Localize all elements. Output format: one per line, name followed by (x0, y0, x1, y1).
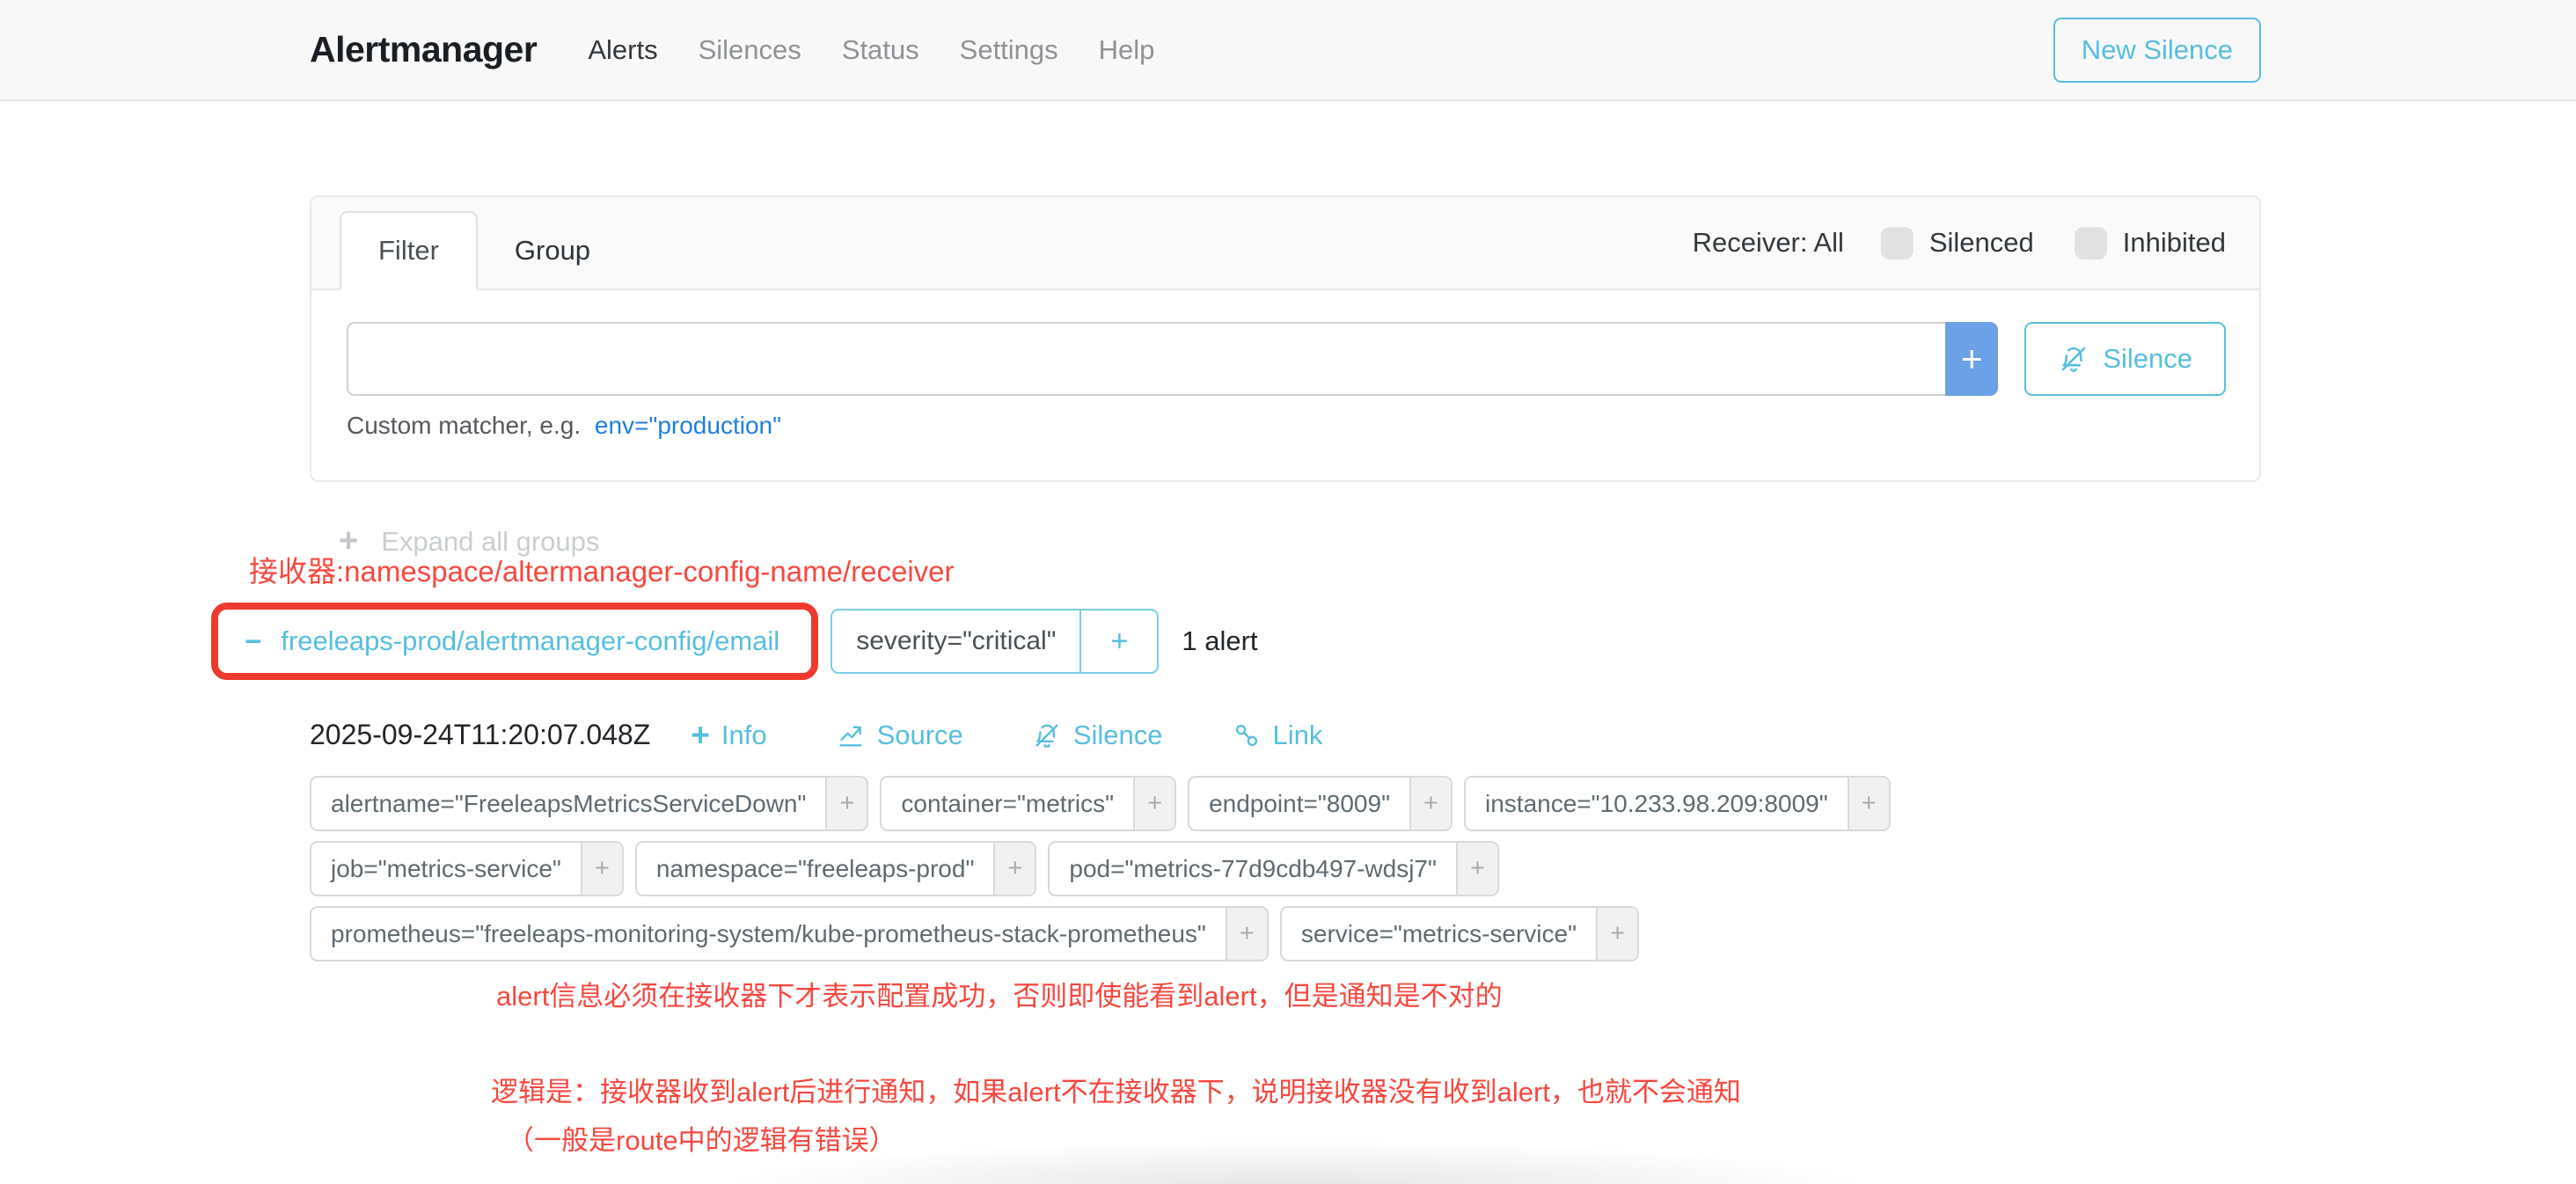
silence-from-filter-button[interactable]: Silence (2024, 322, 2226, 396)
alert-group-row: − freeleaps-prod/alertmanager-config/ema… (211, 603, 2261, 680)
helper-example-link[interactable]: env="production" (595, 412, 781, 439)
group-matcher-label: severity="critical" (832, 610, 1079, 672)
add-label-filter-button[interactable]: + (581, 843, 622, 895)
silenced-checkbox-label[interactable]: Silenced (1929, 227, 2034, 259)
annotation-line-3: （一般是route中的逻辑有错误） (507, 1118, 2261, 1158)
label-tag-text[interactable]: container="metrics" (882, 778, 1133, 830)
label-tag-service: service="metrics-service" + (1280, 906, 1639, 961)
label-tag-instance: instance="10.233.98.209:8009" + (1464, 776, 1891, 831)
filter-card: Filter Group Receiver: All Silenced Inhi… (310, 195, 2261, 482)
link-action[interactable]: Link (1232, 720, 1323, 751)
alert-header: 2025-09-24T11:20:07.048Z + Info Source (310, 719, 2261, 751)
helper-text: Custom matcher, e.g. (347, 412, 581, 439)
inhibited-checkbox[interactable] (2075, 227, 2107, 259)
label-row: job="metrics-service" + namespace="freel… (310, 841, 2261, 896)
receiver-group-name: freeleaps-prod/alertmanager-config/email (281, 625, 779, 657)
annotation-box: − freeleaps-prod/alertmanager-config/ema… (211, 603, 818, 680)
label-tag-namespace: namespace="freeleaps-prod" + (635, 841, 1037, 896)
silence-action-label: Silence (1073, 720, 1163, 751)
matcher-input-row: + Silence (347, 322, 2226, 396)
annotation-line-2: 逻辑是：接收器收到alert后进行通知，如果alert不在接收器下，说明接收器没… (491, 1070, 2261, 1109)
alert-timestamp: 2025-09-24T11:20:07.048Z (310, 719, 650, 751)
nav-item-silences[interactable]: Silences (699, 34, 801, 66)
nav-item-settings[interactable]: Settings (960, 34, 1058, 66)
add-label-filter-button[interactable]: + (993, 843, 1035, 895)
filter-tabs: Filter Group (340, 197, 627, 289)
source-action-label: Source (877, 720, 963, 751)
info-action[interactable]: + Info (691, 719, 766, 751)
chart-icon (836, 720, 866, 750)
receiver-filter-label[interactable]: Receiver: All (1693, 227, 1844, 259)
link-action-label: Link (1273, 720, 1323, 751)
silence-button-label: Silence (2103, 343, 2192, 375)
matcher-input[interactable] (347, 322, 1945, 396)
plus-icon: + (1110, 625, 1128, 659)
main-content: Filter Group Receiver: All Silenced Inhi… (0, 195, 2576, 1158)
add-label-filter-button[interactable]: + (1848, 778, 1889, 830)
plus-icon: + (691, 719, 710, 751)
label-tag-job: job="metrics-service" + (310, 841, 624, 896)
silenced-checkbox[interactable] (1881, 227, 1914, 259)
receiver-group-button[interactable]: − freeleaps-prod/alertmanager-config/ema… (218, 610, 811, 673)
navbar: Alertmanager Alerts Silences Status Sett… (0, 0, 2576, 101)
tab-group[interactable]: Group (478, 213, 627, 289)
silence-action[interactable]: Silence (1032, 720, 1163, 751)
new-silence-button[interactable]: New Silence (2053, 18, 2261, 83)
minus-icon: − (245, 625, 261, 658)
label-row: prometheus="freeleaps-monitoring-system/… (310, 906, 2261, 961)
nav-item-alerts[interactable]: Alerts (588, 34, 657, 66)
label-tag-prometheus: prometheus="freeleaps-monitoring-system/… (310, 906, 1269, 961)
info-action-label: Info (721, 720, 767, 751)
groups-section: + Expand all groups 接收器:namespace/alterm… (310, 523, 2261, 680)
filter-card-header: Filter Group Receiver: All Silenced Inhi… (311, 197, 2259, 290)
add-label-filter-button[interactable]: + (1133, 778, 1175, 830)
annotation-line-1: alert信息必须在接收器下才表示配置成功，否则即使能看到alert，但是通知是… (496, 974, 2261, 1013)
nav-item-help[interactable]: Help (1099, 34, 1155, 66)
add-label-filter-button[interactable]: + (1456, 843, 1497, 895)
label-tag-pod: pod="metrics-77d9cdb497-wdsj7" + (1048, 841, 1499, 896)
link-icon (1232, 720, 1262, 750)
filter-header-right: Receiver: All Silenced Inhibited (1693, 227, 2233, 259)
label-tag-container: container="metrics" + (880, 776, 1176, 831)
app-brand[interactable]: Alertmanager (310, 29, 537, 70)
label-tag-text[interactable]: service="metrics-service" (1282, 908, 1596, 960)
source-action[interactable]: Source (836, 720, 963, 751)
label-tag-text[interactable]: endpoint="8009" (1189, 778, 1409, 830)
label-tag-text[interactable]: pod="metrics-77d9cdb497-wdsj7" (1050, 843, 1456, 895)
inhibited-checkbox-label[interactable]: Inhibited (2123, 227, 2226, 259)
label-tag-alertname: alertname="FreeleapsMetricsServiceDown" … (310, 776, 868, 831)
plus-icon: + (1961, 338, 1983, 380)
bell-slash-icon (1032, 720, 1062, 750)
label-tag-text[interactable]: job="metrics-service" (311, 843, 581, 895)
add-label-filter-button[interactable]: + (1596, 908, 1637, 960)
add-matcher-button[interactable]: + (1945, 322, 1998, 396)
add-label-filter-button[interactable]: + (1226, 908, 1267, 960)
tab-filter[interactable]: Filter (340, 211, 478, 290)
label-tag-text[interactable]: instance="10.233.98.209:8009" (1466, 778, 1848, 830)
label-tag-endpoint: endpoint="8009" + (1188, 776, 1453, 831)
nav-item-status[interactable]: Status (842, 34, 919, 66)
group-matcher-chip: severity="critical" + (831, 609, 1159, 674)
matcher-helper-text: Custom matcher, e.g. env="production" (347, 412, 2226, 440)
add-label-filter-button[interactable]: + (825, 778, 867, 830)
filter-card-body: + Silence Custom matcher, e.g. env="prod… (311, 290, 2259, 480)
annotation-receiver-text: 接收器:namespace/altermanager-config-name/r… (249, 548, 2261, 590)
add-group-matcher-button[interactable]: + (1079, 610, 1157, 672)
label-tag-text[interactable]: alertname="FreeleapsMetricsServiceDown" (311, 778, 825, 830)
bell-slash-icon (2058, 343, 2089, 375)
label-tag-text[interactable]: namespace="freeleaps-prod" (637, 843, 994, 895)
label-row: alertname="FreeleapsMetricsServiceDown" … (310, 776, 2261, 831)
alert-labels: alertname="FreeleapsMetricsServiceDown" … (310, 776, 2261, 961)
alert-count: 1 alert (1182, 625, 1257, 657)
add-label-filter-button[interactable]: + (1409, 778, 1451, 830)
label-tag-text[interactable]: prometheus="freeleaps-monitoring-system/… (311, 908, 1226, 960)
